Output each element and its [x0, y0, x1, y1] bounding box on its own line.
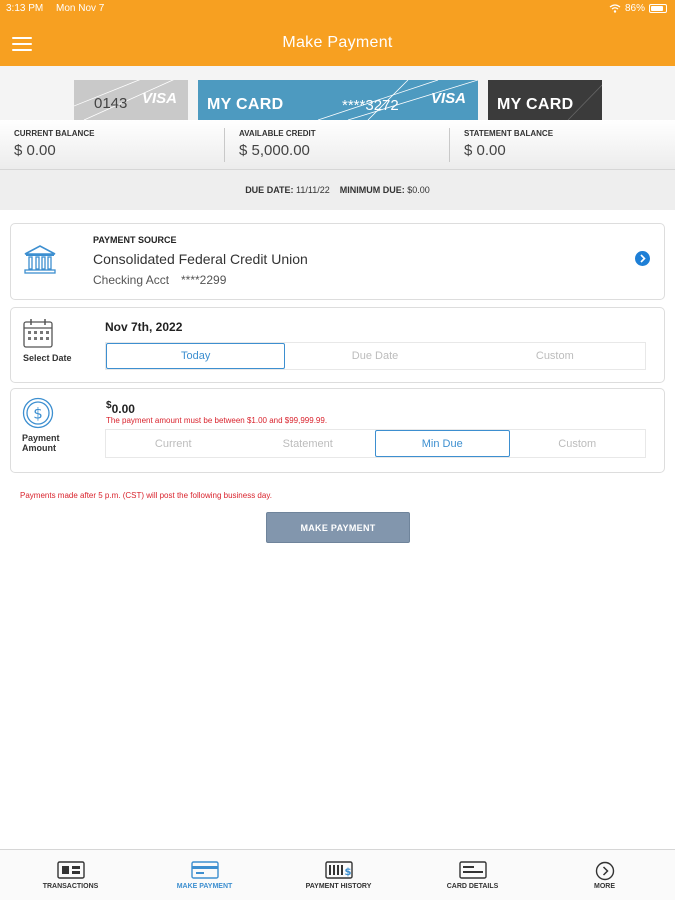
card-name: MY CARD — [207, 96, 284, 113]
date-option-custom[interactable]: Custom — [465, 343, 645, 369]
card-carousel[interactable]: 0143 VISA MY CARD ****3272 VISA MY CARD — [0, 66, 675, 120]
card-name: MY CARD — [497, 96, 574, 113]
calendar-icon — [23, 319, 53, 348]
card-number: 0143 — [94, 95, 128, 112]
battery-icon — [649, 4, 667, 13]
app-header: 3:13 PM Mon Nov 7 86% Make Payment — [0, 0, 675, 66]
tab-make-payment-label: MAKE PAYMENT — [176, 883, 233, 890]
visa-logo: VISA — [431, 90, 467, 107]
statement-balance-value: $ 0.00 — [464, 142, 506, 159]
make-payment-icon — [190, 861, 219, 879]
payment-amount-label-line1: Payment — [22, 433, 60, 443]
statement-balance-label: STATEMENT BALANCE — [464, 129, 554, 138]
chevron-right-icon[interactable] — [635, 251, 650, 266]
select-date-label: Select Date — [23, 353, 72, 363]
selected-date-value: Nov 7th, 2022 — [105, 320, 183, 334]
payment-amount-label: Payment Amount — [22, 433, 60, 453]
tab-transactions[interactable]: TRANSACTIONS — [3, 850, 138, 900]
current-balance-value: $ 0.00 — [14, 142, 56, 159]
card-details-icon — [458, 861, 487, 879]
tab-payment-history[interactable]: $ PAYMENT HISTORY — [271, 850, 406, 900]
date-option-due-date[interactable]: Due Date — [285, 343, 464, 369]
tab-card-details-label: CARD DETAILS — [446, 883, 499, 890]
payment-amount-panel: $ Payment Amount $0.00 The payment amoun… — [10, 388, 665, 473]
available-credit-value: $ 5,000.00 — [239, 142, 310, 159]
tab-card-details[interactable]: CARD DETAILS — [405, 850, 540, 900]
payment-source-account-type: Checking Acct — [93, 273, 170, 287]
payment-amount-warning: The payment amount must be between $1.00… — [106, 416, 328, 425]
divider — [224, 128, 225, 162]
due-info-bar: DUE DATE: 11/11/22 MINIMUM DUE: $0.00 — [0, 170, 675, 210]
wifi-icon — [609, 4, 621, 13]
status-date: Mon Nov 7 — [56, 3, 105, 14]
tab-make-payment[interactable]: MAKE PAYMENT — [137, 850, 272, 900]
card-thumbnail-selected[interactable]: MY CARD ****3272 VISA — [198, 80, 478, 120]
payment-source-name: Consolidated Federal Credit Union — [93, 251, 308, 267]
tab-more[interactable]: MORE — [537, 850, 672, 900]
payment-amount-value[interactable]: $0.00 — [106, 400, 135, 416]
status-time: 3:13 PM — [6, 3, 44, 14]
status-indicators: 86% — [609, 3, 667, 14]
payment-amount-label-line2: Amount — [22, 443, 56, 453]
svg-text:$: $ — [33, 405, 43, 423]
cutoff-notice: Payments made after 5 p.m. (CST) will po… — [20, 491, 272, 500]
minimum-due-value: $0.00 — [407, 185, 430, 195]
amount-option-min-due[interactable]: Min Due — [375, 430, 510, 457]
svg-text:$: $ — [344, 867, 351, 878]
bottom-tab-bar: TRANSACTIONS MAKE PAYMENT $ PAYMENT HIST… — [0, 849, 675, 900]
amount-option-group: Current Statement Min Due Custom — [105, 429, 646, 458]
amount-option-current[interactable]: Current — [106, 430, 241, 457]
payment-source-panel[interactable]: PAYMENT SOURCE Consolidated Federal Cred… — [10, 223, 665, 300]
visa-logo: VISA — [142, 90, 178, 107]
battery-fill — [651, 6, 664, 11]
card-thumbnail-next[interactable]: MY CARD — [488, 80, 602, 120]
payment-history-icon: $ — [324, 861, 353, 879]
due-date-value: 11/11/22 — [296, 185, 330, 195]
make-payment-button[interactable]: MAKE PAYMENT — [266, 512, 410, 543]
bank-icon — [24, 245, 56, 274]
select-date-panel: Select Date Nov 7th, 2022 Today Due Date… — [10, 307, 665, 383]
dollar-coin-icon: $ — [22, 397, 54, 429]
tab-payment-history-label: PAYMENT HISTORY — [305, 883, 372, 890]
minimum-due-label: MINIMUM DUE: — [339, 185, 405, 195]
status-bar: 3:13 PM Mon Nov 7 86% — [0, 0, 675, 18]
transactions-icon — [56, 861, 85, 879]
balance-summary: CURRENT BALANCE $ 0.00 AVAILABLE CREDIT … — [0, 120, 675, 170]
tab-more-label: MORE — [594, 883, 615, 890]
amount-option-custom[interactable]: Custom — [510, 430, 646, 457]
card-number: ****3272 — [342, 97, 399, 114]
page-title: Make Payment — [282, 34, 393, 51]
card-thumbnail-prev[interactable]: 0143 VISA — [74, 80, 188, 120]
amount-option-statement[interactable]: Statement — [241, 430, 376, 457]
divider — [449, 128, 450, 162]
payment-source-label: PAYMENT SOURCE — [93, 235, 177, 245]
tab-transactions-label: TRANSACTIONS — [42, 883, 99, 890]
more-icon — [595, 861, 614, 881]
date-option-today[interactable]: Today — [106, 343, 286, 369]
payment-amount-number: 0.00 — [111, 402, 135, 416]
current-balance-label: CURRENT BALANCE — [14, 129, 95, 138]
battery-percent: 86% — [624, 3, 645, 14]
due-date-label: DUE DATE: — [245, 185, 294, 195]
date-option-group: Today Due Date Custom — [105, 342, 646, 370]
payment-source-account-number: ****2299 — [181, 273, 227, 287]
available-credit-label: AVAILABLE CREDIT — [239, 129, 316, 138]
